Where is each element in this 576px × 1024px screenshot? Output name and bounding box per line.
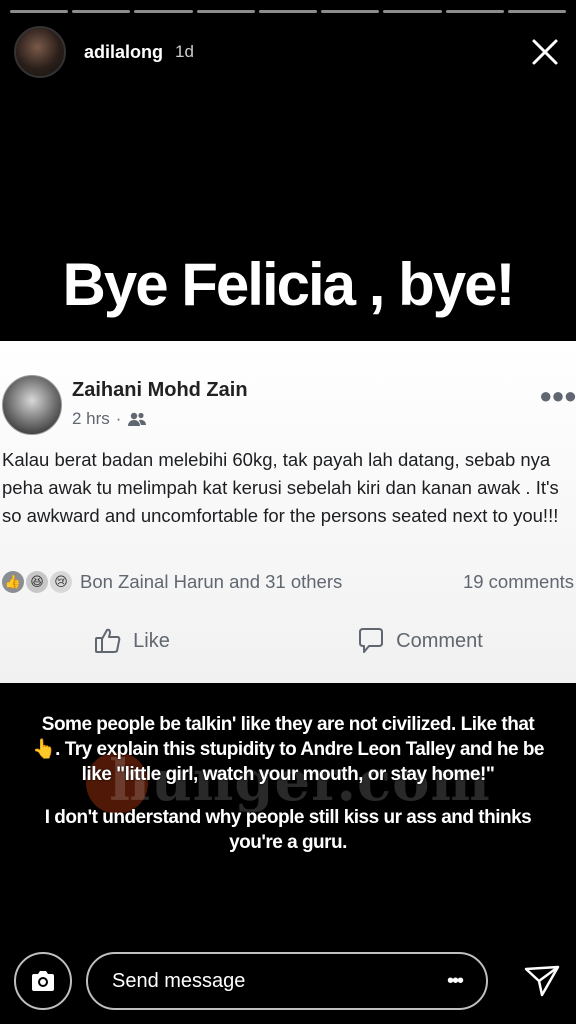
- progress-segment: [258, 10, 318, 13]
- caption-line-1: Some people be talkin' like they are not…: [31, 714, 545, 785]
- reaction-icons: 👍 😆 😢: [2, 571, 72, 593]
- sad-reaction-icon: 😢: [50, 571, 72, 593]
- thumbs-up-icon: [95, 628, 121, 653]
- send-button[interactable]: [522, 961, 562, 1001]
- comment-label: Comment: [396, 629, 483, 652]
- story-caption: Some people be talkin' like they are not…: [26, 712, 550, 873]
- close-button[interactable]: [528, 35, 562, 69]
- close-icon: [532, 39, 558, 65]
- progress-segment: [196, 10, 255, 13]
- more-icon[interactable]: •••: [447, 970, 464, 993]
- post-author-name: Zaihani Mohd Zain: [72, 379, 248, 401]
- comment-icon: [359, 628, 384, 653]
- like-action: Like: [93, 626, 170, 656]
- reply-bar: Send message •••: [14, 950, 562, 1012]
- post-meta: 2 hrs ·: [72, 409, 147, 429]
- camera-icon: [32, 971, 54, 991]
- caption-line-2: I don't understand why people still kiss…: [44, 807, 532, 853]
- haha-reaction-icon: 😆: [26, 571, 48, 593]
- progress-segment: [134, 10, 193, 13]
- story-time: 1d: [175, 42, 194, 61]
- progress-segment: [321, 10, 380, 13]
- story-header: adilalong 1d: [14, 24, 562, 80]
- progress-segment: [507, 10, 566, 13]
- send-icon: [524, 965, 560, 997]
- like-label: Like: [133, 629, 170, 652]
- camera-button[interactable]: [14, 952, 72, 1010]
- comment-action: Comment: [356, 626, 483, 656]
- username[interactable]: adilalong: [84, 42, 163, 63]
- meta-separator: ·: [115, 409, 122, 428]
- post-time: 2 hrs: [72, 409, 110, 428]
- progress-segment: [10, 10, 69, 13]
- comments-count: 19 comments: [462, 571, 574, 592]
- facebook-post-screenshot: Zaihani Mohd Zain 2 hrs · ●●● Kalau bera…: [0, 341, 576, 683]
- progress-segment: [445, 10, 504, 13]
- post-body: Kalau berat badan melebihi 60kg, tak pay…: [2, 449, 559, 526]
- reactions-text: Bon Zainal Harun and 31 others: [80, 571, 343, 592]
- post-author-avatar: [2, 375, 62, 435]
- story-progress-bar: [10, 10, 566, 13]
- like-reaction-icon: 👍: [2, 571, 24, 593]
- post-actions: Like Comment: [0, 621, 576, 661]
- post-header: Zaihani Mohd Zain 2 hrs · ●●●: [0, 371, 576, 435]
- more-options-icon: ●●●: [539, 383, 576, 408]
- reactions-bar: 👍 😆 😢 Bon Zainal Harun and 31 others 19 …: [2, 568, 574, 596]
- progress-segment: [72, 10, 131, 13]
- friends-icon: [128, 412, 147, 426]
- send-message-input[interactable]: Send message •••: [86, 952, 488, 1010]
- message-placeholder: Send message: [112, 969, 246, 992]
- story-headline: Bye Felicia , bye!: [62, 251, 516, 318]
- progress-segment: [383, 10, 442, 13]
- user-avatar[interactable]: [14, 26, 66, 78]
